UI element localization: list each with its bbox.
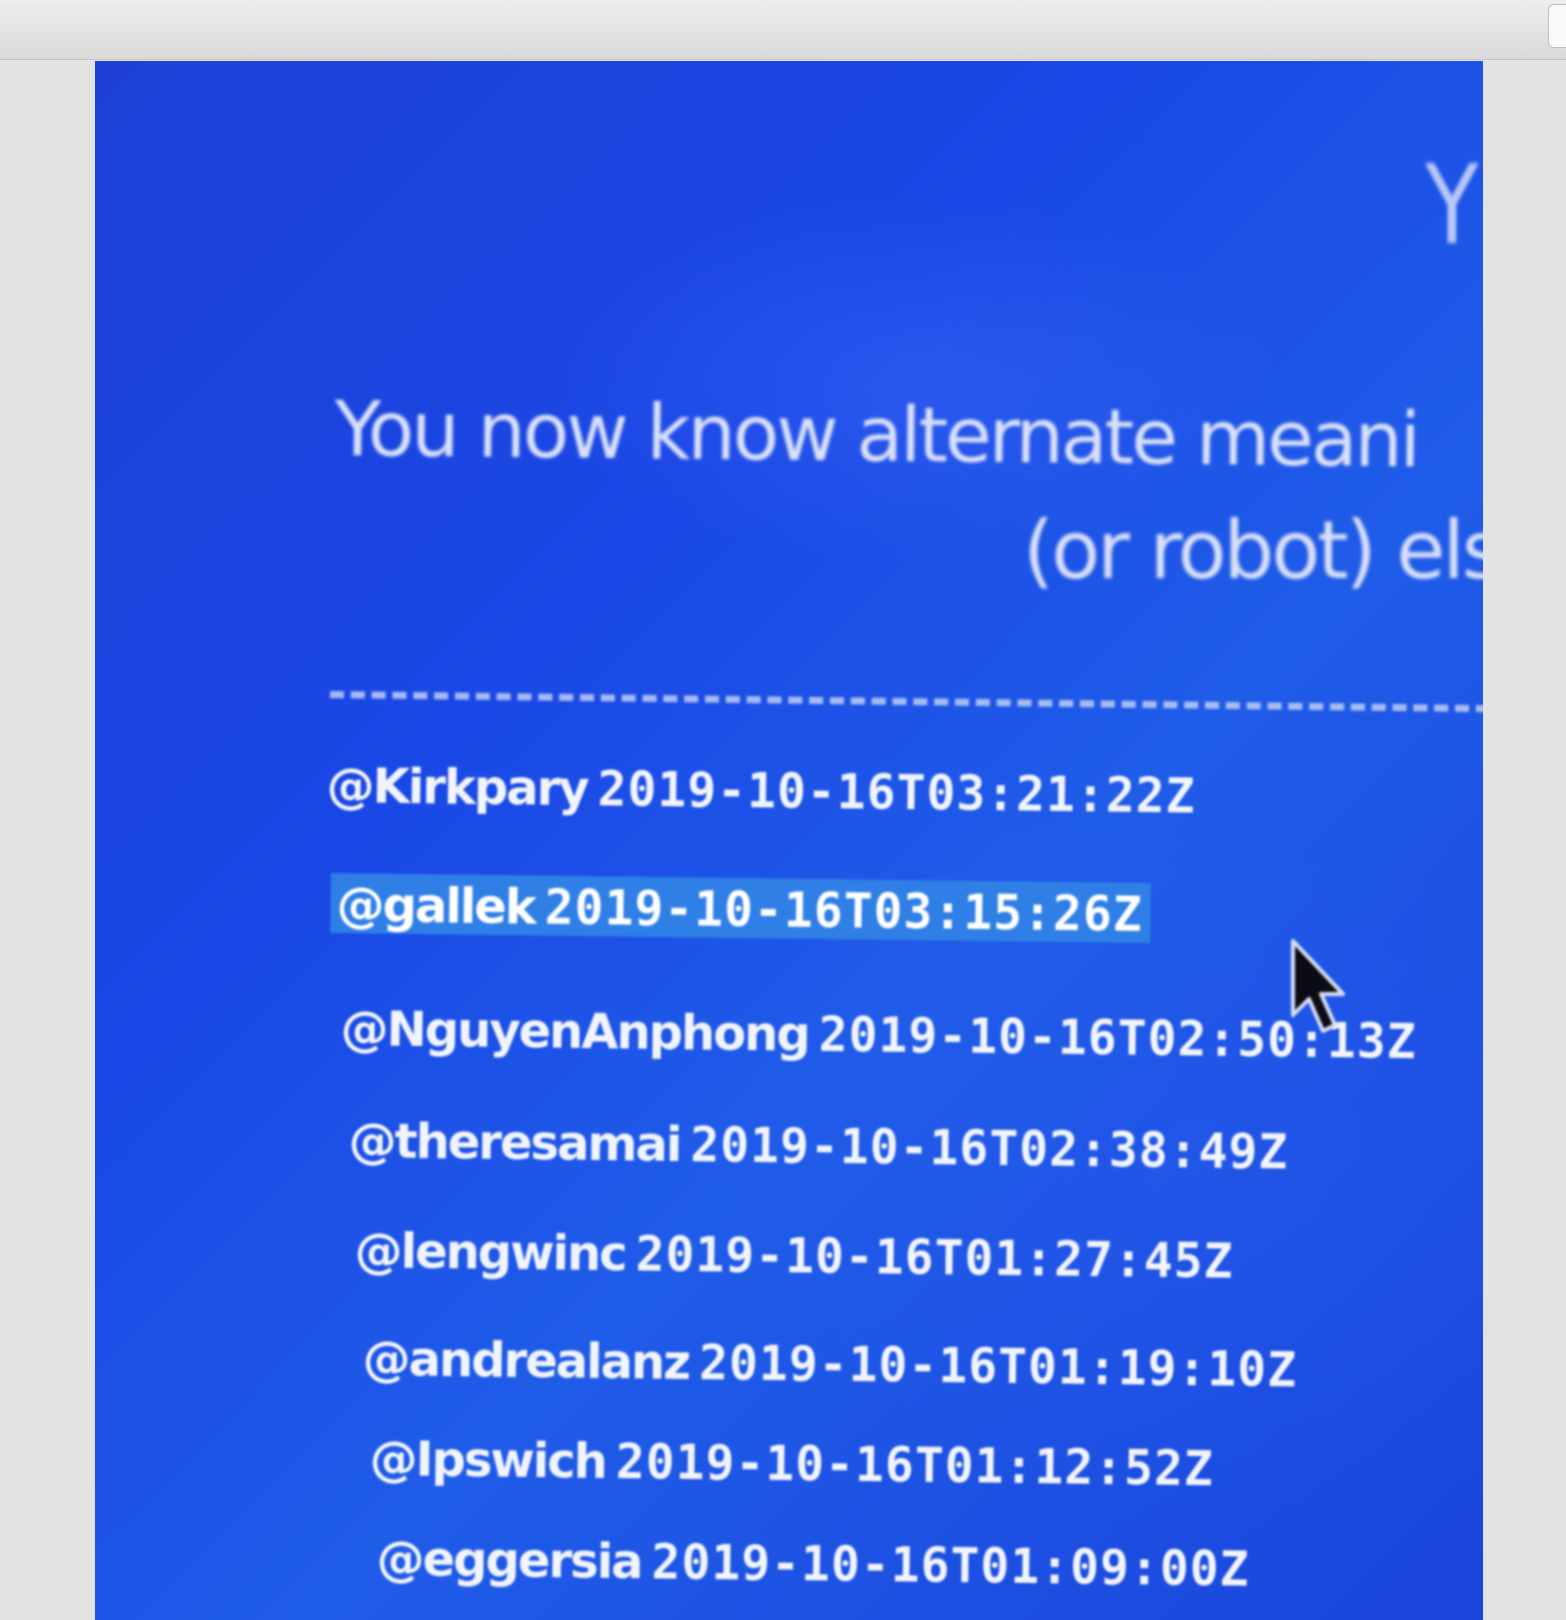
timestamp: 2019-10-16T02:38:49Z: [690, 1117, 1289, 1181]
list-item[interactable]: @NguyenAnphong 2019-10-16T02:50:13Z: [340, 1001, 1417, 1070]
mouse-pointer-arrow-icon: [1291, 939, 1345, 1033]
window-top-bar: [0, 0, 1566, 60]
list-item[interactable]: @Kirkpary 2019-10-16T03:21:22Z: [326, 758, 1196, 825]
left-margin: [0, 61, 95, 1620]
timestamp: 2019-10-16T01:09:00Z: [651, 1534, 1250, 1598]
username[interactable]: @eggersia: [376, 1531, 642, 1590]
username[interactable]: @theresamai: [348, 1113, 680, 1173]
timestamp: 2019-10-16T01:19:10Z: [698, 1335, 1298, 1399]
corner-heading-fragment: Y: [1425, 141, 1479, 269]
headline-line-1: You now know alternate meani: [334, 383, 1419, 485]
list-item[interactable]: @lengwinc 2019-10-16T01:27:45Z: [354, 1223, 1234, 1290]
timestamp: 2019-10-16T01:27:45Z: [635, 1226, 1234, 1290]
username[interactable]: @gallek: [336, 877, 535, 935]
timestamp: 2019-10-16T03:15:26Z: [544, 879, 1143, 943]
screen-photo: Y You now know alternate meani (or robot…: [95, 61, 1483, 1620]
right-margin: [1483, 61, 1566, 1620]
headline-line-2: (or robot) els: [1023, 504, 1483, 597]
window-control-button[interactable]: [1548, 4, 1566, 48]
list-item-selected[interactable]: @gallek 2019-10-16T03:15:26Z: [330, 873, 1152, 944]
username[interactable]: @Kirkpary: [326, 758, 588, 817]
username[interactable]: @Ipswich: [369, 1431, 606, 1490]
list-item[interactable]: @theresamai 2019-10-16T02:38:49Z: [348, 1113, 1288, 1180]
timestamp: 2019-10-16T03:21:22Z: [597, 761, 1196, 825]
dashed-divider: [329, 691, 1483, 713]
list-item[interactable]: @eggersia 2019-10-16T01:09:00Z: [376, 1531, 1250, 1598]
timestamp: 2019-10-16T01:12:52Z: [615, 1434, 1215, 1498]
list-item[interactable]: @andrealanz 2019-10-16T01:19:10Z: [362, 1331, 1297, 1398]
username[interactable]: @andrealanz: [362, 1331, 689, 1391]
username[interactable]: @NguyenAnphong: [340, 1001, 809, 1063]
list-item[interactable]: @Ipswich 2019-10-16T01:12:52Z: [369, 1431, 1214, 1497]
username[interactable]: @lengwinc: [354, 1223, 626, 1282]
